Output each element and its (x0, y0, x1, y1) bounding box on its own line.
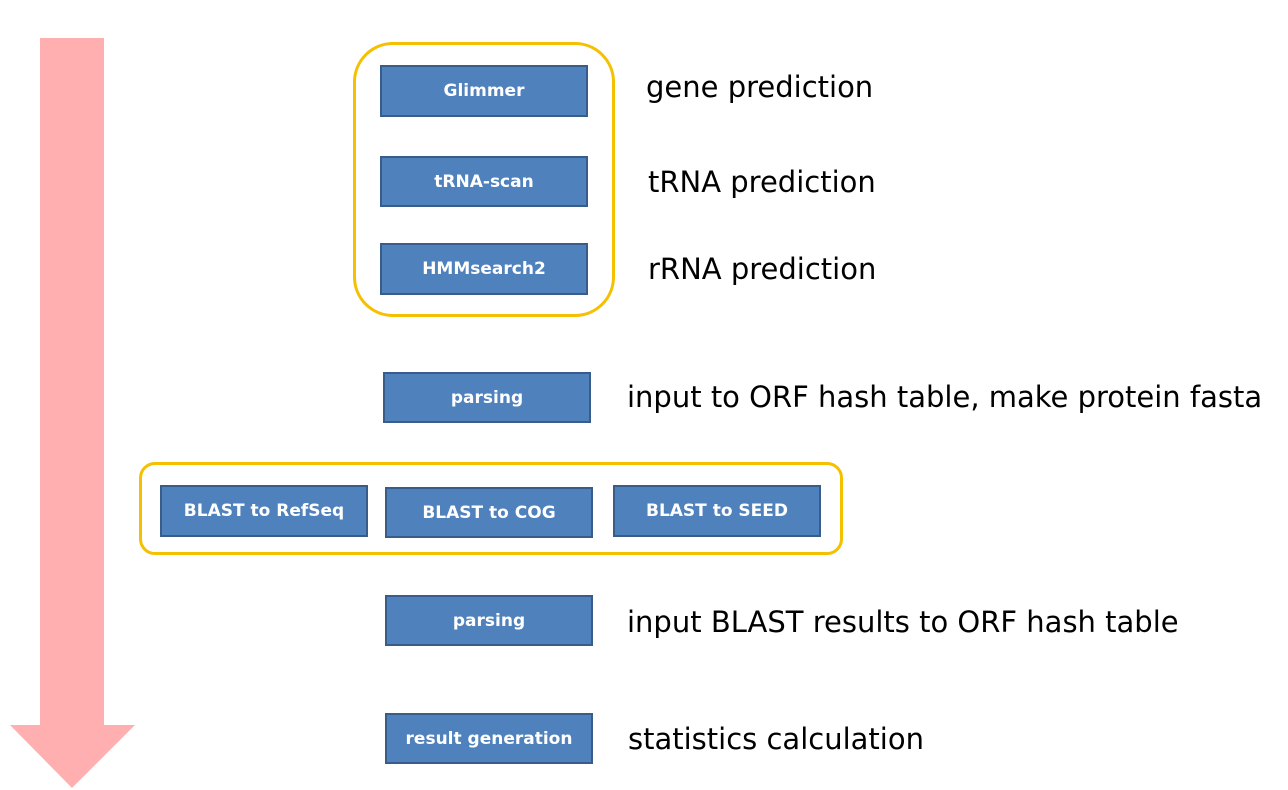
trna-scan-box: tRNA-scan (380, 156, 588, 207)
blast-results-label: input BLAST results to ORF hash table (627, 605, 1179, 639)
parsing-box-1: parsing (383, 372, 591, 423)
result-generation-box: result generation (385, 713, 593, 764)
blast-refseq-box: BLAST to RefSeq (160, 485, 368, 537)
glimmer-box: Glimmer (380, 65, 588, 117)
blast-seed-box: BLAST to SEED (613, 485, 821, 537)
trna-prediction-label: tRNA prediction (648, 165, 876, 199)
orf-hash-label: input to ORF hash table, make protein fa… (627, 380, 1263, 414)
blast-cog-box: BLAST to COG (385, 487, 593, 538)
parsing-box-2: parsing (385, 595, 593, 646)
rrna-prediction-label: rRNA prediction (648, 252, 877, 286)
statistics-label: statistics calculation (628, 722, 924, 756)
gene-prediction-label: gene prediction (646, 70, 874, 104)
down-arrow-icon (10, 38, 135, 788)
hmmsearch2-box: HMMsearch2 (380, 243, 588, 295)
